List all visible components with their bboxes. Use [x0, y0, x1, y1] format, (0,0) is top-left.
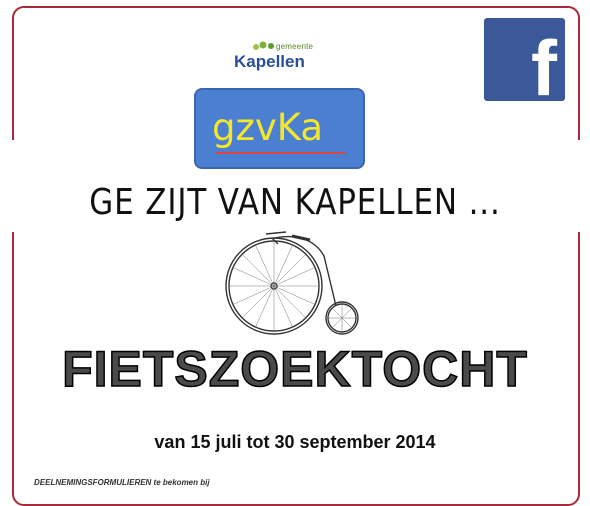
facebook-glyph: f	[531, 24, 557, 112]
facebook-icon[interactable]: f	[484, 18, 565, 107]
gzvka-text: gzvKa	[212, 106, 324, 149]
page-heading: GE ZIJT VAN KAPELLEN ...	[89, 182, 501, 223]
logo-big-text: Kapellen	[234, 52, 305, 71]
footer-text: DEELNEMINGSFORMULIEREN te bekomen bij	[34, 478, 210, 487]
gzvka-badge: gzvKa	[194, 88, 365, 169]
gemeente-kapellen-logo: gemeente Kapellen	[234, 38, 334, 78]
penny-farthing-icon	[225, 231, 359, 335]
logo-small-text: gemeente	[276, 42, 314, 51]
event-dates: van 15 juli tot 30 september 2014	[154, 432, 436, 452]
main-title: FIETSZOEKTOCHT	[61, 340, 528, 398]
gzvka-underline	[216, 152, 346, 154]
